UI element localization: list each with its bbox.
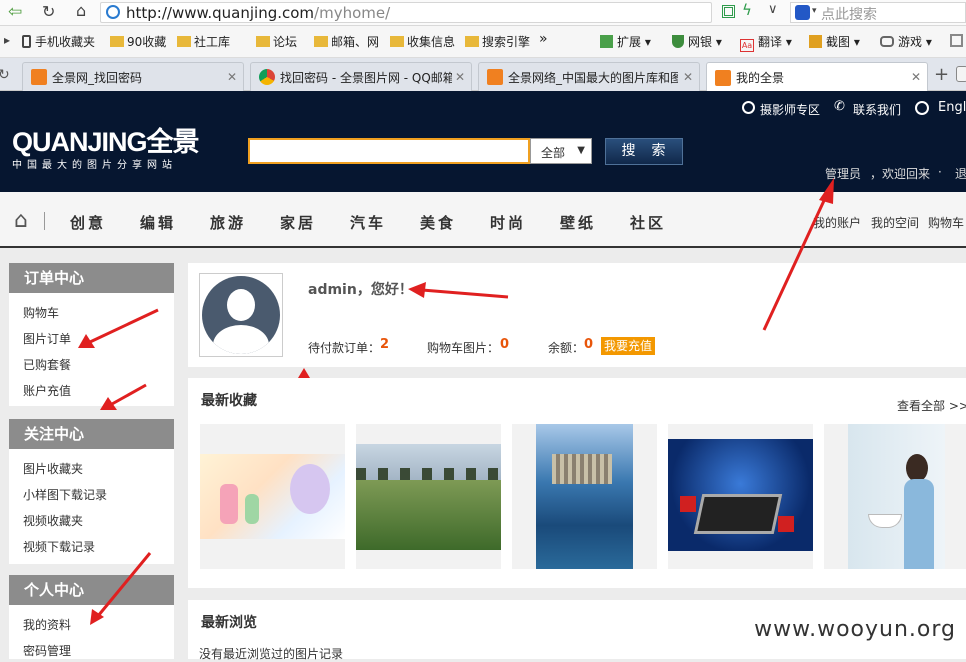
arrow-head: [298, 368, 310, 378]
watermark-text: www.wooyun.org: [754, 617, 956, 642]
arrow-to-recharge: [111, 383, 147, 406]
arrow-to-greeting: [421, 288, 509, 299]
arrow-to-image-orders: [89, 308, 159, 344]
annotation-arrows: [78, 178, 834, 625]
arrow-to-my-profile: [96, 552, 152, 617]
arrow-to-user-name: [762, 191, 830, 331]
arrow-head: [819, 178, 834, 204]
arrow-head: [408, 282, 426, 298]
